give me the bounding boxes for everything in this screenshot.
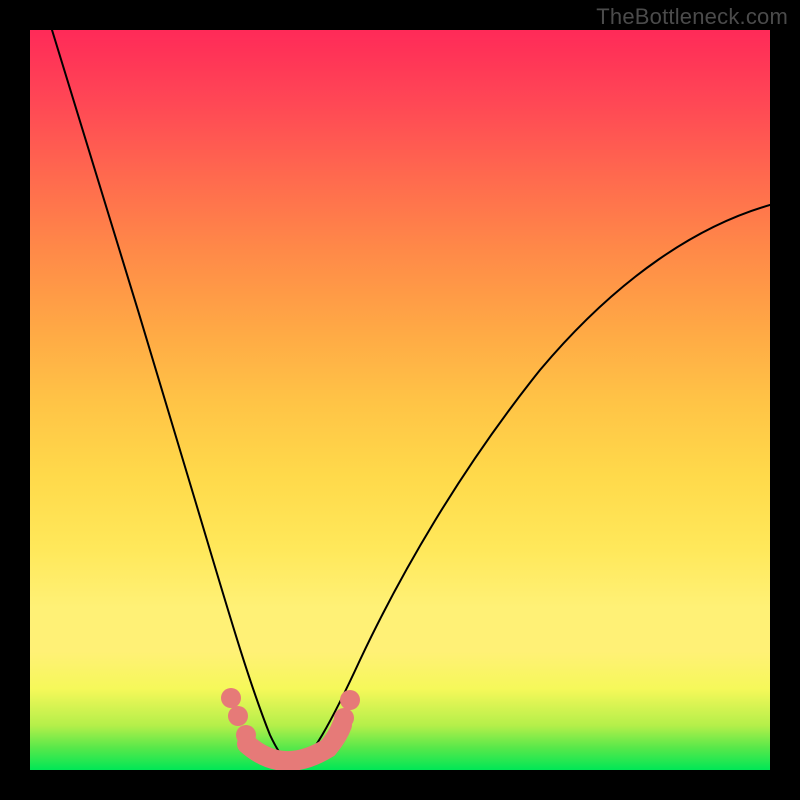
marker-dot xyxy=(221,688,241,708)
curve-left-branch xyxy=(52,30,290,764)
curve-right-branch xyxy=(298,205,770,764)
chart-svg xyxy=(30,30,770,770)
marker-dot xyxy=(228,706,248,726)
chart-plot-area xyxy=(30,30,770,770)
marker-dot xyxy=(334,708,354,728)
marker-dot xyxy=(236,725,256,745)
chart-frame: TheBottleneck.com xyxy=(0,0,800,800)
marker-dot xyxy=(340,690,360,710)
watermark-text: TheBottleneck.com xyxy=(596,4,788,30)
highlight-arc xyxy=(247,725,342,761)
